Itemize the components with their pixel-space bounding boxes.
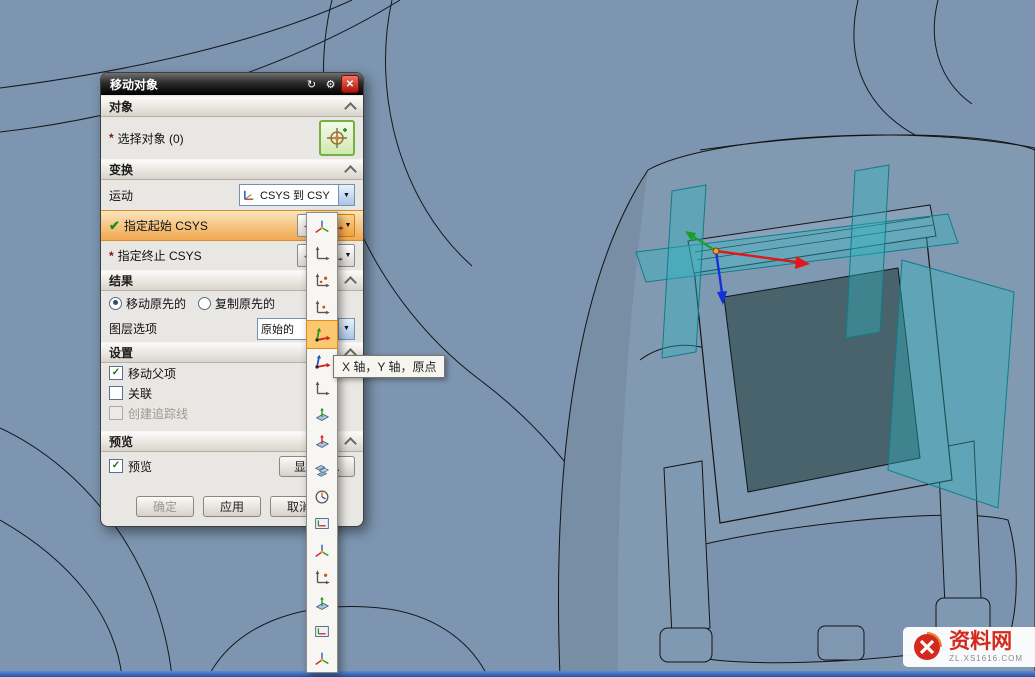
motion-type-value: CSYS 到 CSY (257, 187, 338, 203)
view-csys-icon (313, 623, 331, 641)
chevron-up-icon (344, 102, 357, 115)
dynamic-csys-icon (313, 218, 331, 236)
preview-label: 预览 (128, 458, 152, 475)
chevron-down-icon[interactable]: ▼ (338, 319, 354, 339)
reset-icon[interactable]: ↻ (303, 76, 320, 92)
csys-option-item[interactable] (307, 591, 337, 618)
csys-to-csys-icon (242, 188, 257, 203)
ok-button[interactable]: 确定 (136, 496, 194, 517)
axes-icon (313, 245, 331, 263)
csys-option-item[interactable] (307, 537, 337, 564)
dialog-titlebar[interactable]: 移动对象 ↻ ⚙ ✕ (101, 73, 363, 95)
csys-option-item[interactable] (307, 429, 337, 456)
csys-option-item[interactable] (307, 240, 337, 267)
chevron-down-icon[interactable]: ▼ (338, 185, 354, 205)
radio-selected-icon[interactable] (109, 297, 122, 310)
required-marker: * (109, 131, 114, 145)
section-header-object[interactable]: 对象 (101, 96, 363, 117)
associative-label: 关联 (128, 385, 152, 402)
layer-option-label: 图层选项 (109, 320, 157, 337)
select-object-row: * 选择对象 (0) (101, 117, 363, 159)
section-result-title: 结果 (109, 272, 133, 289)
close-button[interactable]: ✕ (341, 75, 359, 93)
gear-icon[interactable]: ⚙ (322, 76, 339, 92)
section-object-title: 对象 (109, 98, 133, 115)
plane-axis-icon (313, 596, 331, 614)
x-axis-y-axis-origin-icon (313, 326, 331, 344)
watermark-brand: 资料网 (949, 631, 1023, 652)
dialog-title: 移动对象 (110, 76, 301, 93)
csys-option-item[interactable] (307, 510, 337, 537)
triad-csys-icon (313, 650, 331, 668)
select-object-icon (325, 126, 349, 150)
move-parent-label: 移动父项 (128, 365, 176, 382)
apply-label: 应用 (220, 498, 244, 515)
plane-axis-icon (313, 407, 331, 425)
axes-icon (313, 380, 331, 398)
checkbox-checked-icon[interactable]: ✓ (109, 366, 123, 380)
move-original-option[interactable]: 移动原先的 (109, 295, 186, 312)
view-csys-icon (313, 515, 331, 533)
chevron-up-icon (344, 437, 357, 450)
csys-option-item-selected[interactable] (307, 321, 337, 348)
check-icon: ✔ (109, 218, 120, 234)
move-original-label: 移动原先的 (126, 295, 186, 312)
tooltip: X 轴，Y 轴，原点 (333, 355, 445, 378)
plane-axis-icon (313, 434, 331, 452)
end-csys-label: 指定终止 CSYS (118, 247, 202, 264)
ok-label: 确定 (153, 498, 177, 515)
triad-csys-icon (313, 542, 331, 560)
three-planes-icon (313, 461, 331, 479)
tooltip-text: X 轴，Y 轴，原点 (342, 360, 436, 374)
application-window: 移动对象 ↻ ⚙ ✕ 对象 * 选择对象 (0) (0, 0, 1035, 677)
create-trace-label: 创建追踪线 (128, 405, 188, 422)
csys-option-item[interactable] (307, 483, 337, 510)
bottom-edge-bar (0, 671, 1035, 677)
csys-option-item[interactable] (307, 267, 337, 294)
watermark-logo-icon (912, 632, 942, 662)
origin-points-icon (313, 272, 331, 290)
copy-original-label: 复制原先的 (215, 295, 275, 312)
origin-points-icon (313, 569, 331, 587)
chevron-up-icon (344, 165, 357, 178)
radio-unselected-icon[interactable] (198, 297, 211, 310)
chevron-down-icon: ▼ (345, 222, 352, 229)
select-object-label: 选择对象 (0) (118, 130, 184, 147)
circle-axis-icon (313, 488, 331, 506)
start-csys-label: 指定起始 CSYS (124, 217, 208, 234)
chevron-up-icon (344, 276, 357, 289)
csys-option-item[interactable] (307, 645, 337, 672)
chevron-down-icon: ▼ (345, 252, 352, 259)
origin-points-icon (313, 299, 331, 317)
watermark-site: ZL.XS1616.COM (949, 655, 1023, 663)
section-header-transform[interactable]: 变换 (101, 159, 363, 180)
section-transform-title: 变换 (109, 161, 133, 178)
z-axis-x-axis-origin-icon (313, 353, 331, 371)
required-marker: * (109, 249, 114, 263)
checkbox-unchecked-icon[interactable] (109, 386, 123, 400)
motion-row: 运动 CSYS 到 CSY ▼ (101, 180, 363, 210)
csys-type-flyout (306, 212, 338, 673)
csys-option-item[interactable] (307, 294, 337, 321)
section-settings-title: 设置 (109, 344, 133, 361)
csys-option-item[interactable] (307, 564, 337, 591)
copy-original-option[interactable]: 复制原先的 (198, 295, 275, 312)
checkbox-disabled-icon (109, 406, 123, 420)
csys-option-item[interactable] (307, 456, 337, 483)
csys-option-item[interactable] (307, 402, 337, 429)
csys-option-item[interactable] (307, 618, 337, 645)
motion-label: 运动 (109, 187, 133, 204)
checkbox-checked-icon[interactable]: ✓ (109, 459, 123, 473)
section-preview-title: 预览 (109, 433, 133, 450)
csys-option-item[interactable] (307, 213, 337, 240)
motion-type-dropdown[interactable]: CSYS 到 CSY ▼ (239, 184, 355, 206)
watermark: 资料网 ZL.XS1616.COM (903, 627, 1035, 667)
csys-option-item[interactable] (307, 375, 337, 402)
apply-button[interactable]: 应用 (203, 496, 261, 517)
select-object-button[interactable] (319, 120, 355, 156)
